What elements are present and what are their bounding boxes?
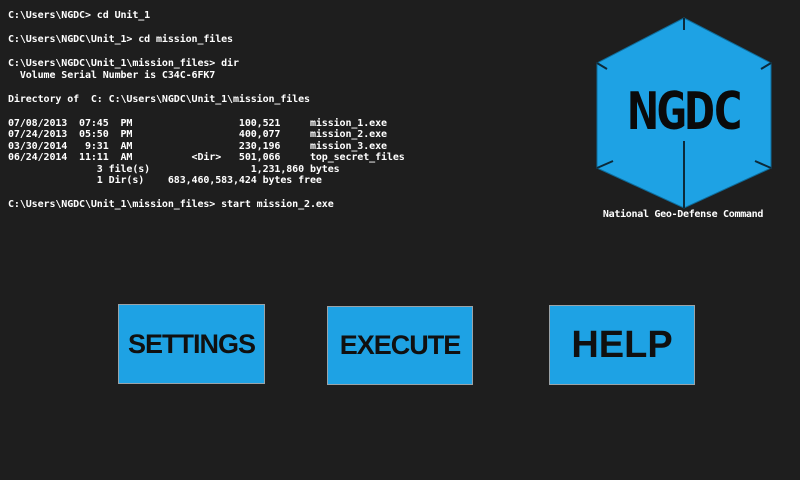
terminal-line: C:\Users\NGDC\Unit_1\mission_files> star… <box>8 199 334 210</box>
app-screen: C:\Users\NGDC> cd Unit_1 C:\Users\NGDC\U… <box>0 0 800 480</box>
execute-button[interactable]: EXECUTE <box>327 306 473 385</box>
settings-button[interactable]: SETTINGS <box>118 304 265 384</box>
terminal-line: 1 Dir(s) 683,460,583,424 bytes free <box>8 175 322 186</box>
terminal-line: C:\Users\NGDC\Unit_1\mission_files> dir <box>8 58 239 69</box>
logo-text: NGDC <box>627 82 740 142</box>
terminal-line: 3 file(s) 1,231,860 bytes <box>8 163 340 175</box>
help-button[interactable]: HELP <box>549 305 695 385</box>
logo-caption: National Geo-Defense Command <box>602 209 764 220</box>
terminal-line: Volume Serial Number is C34C-6FK7 <box>8 69 216 81</box>
ngdc-logo: NGDC <box>596 17 772 209</box>
terminal-line: C:\Users\NGDC\Unit_1> cd mission_files <box>8 34 233 45</box>
terminal-line: 03/30/2014 9:31 AM 230,196 mission_3.exe <box>8 140 387 152</box>
terminal-line: 07/08/2013 07:45 PM 100,521 mission_1.ex… <box>8 117 387 129</box>
terminal-line: 06/24/2014 11:11 AM <Dir> 501,066 top_se… <box>8 152 405 163</box>
terminal-line: C:\Users\NGDC> cd Unit_1 <box>8 10 151 21</box>
terminal-line: 07/24/2013 05:50 PM 400,077 mission_2.ex… <box>8 129 387 140</box>
terminal-output: C:\Users\NGDC> cd Unit_1 C:\Users\NGDC\U… <box>8 10 568 211</box>
terminal-line: Directory of C: C:\Users\NGDC\Unit_1\mis… <box>8 93 310 105</box>
